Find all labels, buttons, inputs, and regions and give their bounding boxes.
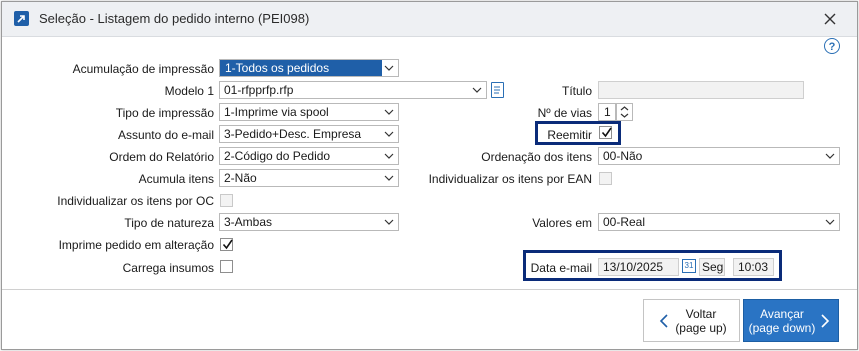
back-button-label-2: (page up) <box>675 321 727 335</box>
dialog-window: Seleção - Listagem do pedido interno (PE… <box>1 1 858 350</box>
tipo-impressao-value: 1-Imprime via spool <box>224 105 329 119</box>
individualizar-ean-label: Individualizar os itens por EAN <box>428 172 592 186</box>
back-button[interactable]: Voltar (page up) <box>643 299 740 342</box>
chevron-right-icon <box>821 314 830 328</box>
valores-em-select[interactable]: 00-Real <box>598 213 840 231</box>
titulo-label: Título <box>561 84 592 98</box>
data-email-weekday: Seg <box>699 258 725 276</box>
close-icon[interactable] <box>820 9 840 29</box>
valores-em-label: Valores em <box>532 216 592 230</box>
titulo-field <box>598 81 804 99</box>
calendar-icon[interactable]: 31 <box>682 259 696 273</box>
n-vias-input[interactable]: 1 <box>598 103 616 121</box>
chevron-down-icon <box>472 87 482 93</box>
app-icon <box>14 11 29 26</box>
modelo-select[interactable]: 01-rfpprfp.rfp <box>219 81 487 99</box>
ordenacao-value: 00-Não <box>603 149 643 163</box>
ordem-label: Ordem do Relatório <box>109 150 214 164</box>
individualizar-oc-label: Individualizar os itens por OC <box>57 194 214 208</box>
acumulacao-select[interactable]: 1-Todos os pedidos <box>219 59 399 77</box>
help-icon[interactable]: ? <box>824 38 840 54</box>
ordem-value: 2-Código do Pedido <box>224 149 331 163</box>
footer-divider <box>2 289 857 290</box>
chevron-down-icon <box>384 109 394 115</box>
reemitir-label: Reemitir <box>547 128 592 142</box>
assunto-label: Assunto do e-mail <box>117 128 214 142</box>
tipo-impressao-label: Tipo de impressão <box>115 106 214 120</box>
next-button-label-1: Avançar <box>760 307 804 321</box>
window-title: Seleção - Listagem do pedido interno (PE… <box>39 11 310 26</box>
imprime-alteracao-label: Imprime pedido em alteração <box>58 238 214 252</box>
assunto-value: 3-Pedido+Desc. Empresa <box>224 127 362 141</box>
checkmark-icon <box>222 239 233 250</box>
acumulacao-label: Acumulação de impressão <box>72 62 214 76</box>
tipo-natureza-value: 3-Ambas <box>224 215 273 229</box>
modelo-value: 01-rfpprfp.rfp <box>224 83 294 97</box>
tipo-natureza-label: Tipo de natureza <box>124 216 214 230</box>
data-email-time-field: 10:03 <box>733 258 774 276</box>
next-button-label-2: (page down) <box>748 321 816 335</box>
title-bar: Seleção - Listagem do pedido interno (PE… <box>2 2 857 37</box>
chevron-down-icon <box>825 219 835 225</box>
tipo-impressao-select[interactable]: 1-Imprime via spool <box>219 103 399 121</box>
individualizar-oc-checkbox[interactable] <box>220 194 233 207</box>
ordenacao-select[interactable]: 00-Não <box>598 147 840 165</box>
chevron-down-icon <box>825 153 835 159</box>
ordem-select[interactable]: 2-Código do Pedido <box>219 147 399 165</box>
assunto-select[interactable]: 3-Pedido+Desc. Empresa <box>219 125 399 143</box>
carrega-insumos-label: Carrega insumos <box>122 261 214 275</box>
individualizar-ean-checkbox[interactable] <box>599 172 612 185</box>
back-button-label-1: Voltar <box>685 307 717 321</box>
carrega-insumos-checkbox[interactable] <box>220 260 233 273</box>
acumula-itens-select[interactable]: 2-Não <box>219 169 399 187</box>
chevron-down-icon <box>384 153 394 159</box>
acumula-itens-value: 2-Não <box>224 171 257 185</box>
modelo-label: Modelo 1 <box>164 84 214 98</box>
acumulacao-value: 1-Todos os pedidos <box>220 60 382 76</box>
data-email-date-field: 13/10/2025 <box>598 258 679 276</box>
n-vias-label: Nº de vias <box>537 106 592 120</box>
imprime-alteracao-checkbox[interactable] <box>220 238 233 251</box>
reemitir-checkbox[interactable] <box>599 126 612 139</box>
chevron-down-icon <box>384 175 394 181</box>
chevron-down-icon <box>384 219 394 225</box>
data-email-label: Data e-mail <box>530 261 592 275</box>
tipo-natureza-select[interactable]: 3-Ambas <box>219 213 399 231</box>
chevron-down-icon <box>384 65 394 71</box>
chevron-down-icon <box>384 131 394 137</box>
vias-spinner[interactable] <box>616 103 633 121</box>
acumula-itens-label: Acumula itens <box>138 172 214 186</box>
chevron-left-icon <box>659 314 668 328</box>
ordenacao-label: Ordenação dos itens <box>481 150 592 164</box>
next-button[interactable]: Avançar (page down) <box>743 299 839 342</box>
valores-em-value: 00-Real <box>603 215 646 229</box>
checkmark-icon <box>601 127 612 138</box>
